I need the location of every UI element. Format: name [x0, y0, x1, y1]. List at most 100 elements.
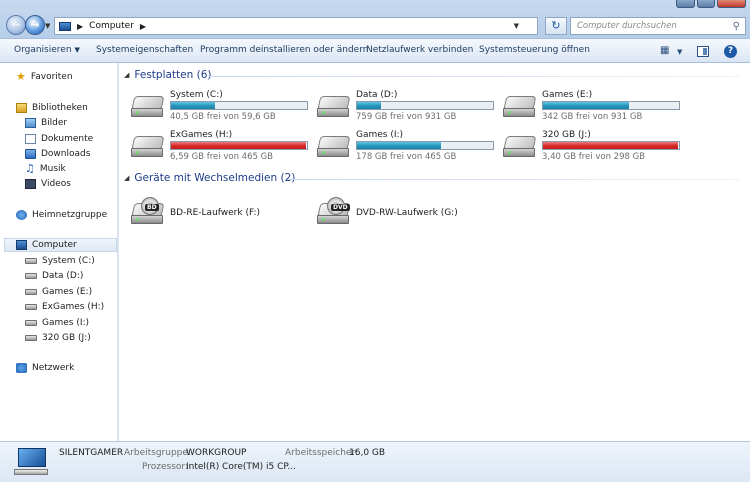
homegroup-icon — [16, 210, 27, 220]
nav-label: Games (E:) — [42, 287, 93, 297]
nav-item-drive-d[interactable]: Data (D:) — [25, 269, 83, 283]
hard-drive-icon — [25, 273, 37, 279]
drive-name: 320 GB (J:) — [542, 130, 591, 140]
cpu-label: Prozessor: — [142, 462, 188, 472]
view-dropdown-icon[interactable]: ▼ — [677, 48, 682, 56]
nav-label: Bilder — [41, 118, 68, 128]
drive-tile-i[interactable]: Games (I:) 178 GB frei von 465 GB — [317, 130, 497, 164]
back-button[interactable]: ← — [6, 15, 26, 35]
collapse-triangle-icon[interactable]: ◢ — [124, 71, 129, 79]
drive-tile-d[interactable]: Data (D:) 759 GB frei von 931 GB — [317, 90, 497, 124]
drive-tile-e[interactable]: Games (E:) 342 GB frei von 931 GB — [503, 90, 683, 124]
drive-name: DVD-RW-Laufwerk (G:) — [356, 208, 458, 218]
change-view-icon[interactable]: ▦ — [660, 45, 669, 56]
drive-usage-fill — [357, 102, 382, 109]
nav-item-drive-i[interactable]: Games (I:) — [25, 316, 89, 330]
memory-value: 16,0 GB — [349, 448, 386, 458]
downloads-icon — [25, 149, 36, 159]
minimize-button[interactable] — [676, 0, 695, 8]
drive-usage-bar — [170, 141, 308, 150]
drive-tile-g[interactable]: DVD DVD-RW-Laufwerk (G:) — [317, 197, 477, 231]
search-icon[interactable]: ⚲ — [733, 19, 740, 35]
hard-drive-icon — [503, 96, 537, 118]
window-controls — [676, 0, 747, 8]
library-icon — [16, 103, 27, 113]
nav-label: Games (I:) — [42, 318, 90, 328]
system-properties-button[interactable]: Systemeigenschaften — [96, 45, 193, 55]
nav-item-downloads[interactable]: Downloads — [25, 147, 90, 161]
documents-icon — [25, 134, 36, 144]
disc-badge: DVD — [331, 204, 350, 211]
close-button[interactable] — [717, 0, 747, 8]
drive-name: Games (I:) — [356, 130, 404, 140]
nav-item-homegroup[interactable]: Heimnetzgruppe — [16, 208, 107, 222]
nav-item-drive-j[interactable]: 320 GB (J:) — [25, 331, 91, 345]
cpu-value: Intel(R) Core(TM) i5 CP... — [186, 462, 297, 472]
computer-icon — [14, 448, 48, 476]
removable-group-header[interactable]: ◢ Geräte mit Wechselmedien (2) — [124, 172, 295, 184]
nav-item-drive-c[interactable]: System (C:) — [25, 254, 95, 268]
music-icon: ♫ — [25, 162, 35, 175]
nav-item-drive-h[interactable]: ExGames (H:) — [25, 300, 104, 314]
drive-tile-j[interactable]: 320 GB (J:) 3,40 GB frei von 298 GB — [503, 130, 683, 164]
nav-label: Musik — [39, 164, 66, 174]
breadcrumb-chevron-icon[interactable]: ▶ — [140, 22, 146, 31]
nav-label: ExGames (H:) — [42, 302, 105, 312]
drive-name: Games (E:) — [542, 90, 593, 100]
chevron-down-icon: ▼ — [74, 46, 80, 54]
workgroup-label: Arbeitsgruppe: — [124, 448, 191, 458]
address-dropdown-icon[interactable]: ▼ — [514, 22, 519, 30]
hdd-group-header[interactable]: ◢ Festplatten (6) — [124, 69, 211, 81]
memory-label: Arbeitsspeicher: — [285, 448, 359, 458]
uninstall-program-button[interactable]: Programm deinstallieren oder ändern — [200, 45, 368, 55]
nav-label: Data (D:) — [42, 271, 84, 281]
map-network-drive-button[interactable]: Netzlaufwerk verbinden — [366, 45, 473, 55]
nav-item-libraries[interactable]: Bibliotheken — [16, 101, 88, 115]
hard-drive-icon — [131, 136, 165, 158]
nav-item-documents[interactable]: Dokumente — [25, 132, 93, 146]
refresh-button[interactable]: ↻ — [545, 17, 567, 35]
nav-label: Bibliotheken — [32, 103, 88, 113]
nav-label: Computer — [32, 240, 77, 250]
search-placeholder: Computer durchsuchen — [577, 21, 677, 31]
forward-button[interactable]: → — [25, 15, 45, 35]
command-bar: Organisieren ▼ Systemeigenschaften Progra… — [0, 38, 750, 63]
hard-drive-icon — [317, 96, 351, 118]
open-control-panel-button[interactable]: Systemsteuerung öffnen — [479, 45, 590, 55]
nav-label: Netzwerk — [32, 363, 75, 373]
content-pane: ◢ Festplatten (6) System (C:) 40,5 GB fr… — [119, 63, 750, 441]
drive-tile-c[interactable]: System (C:) 40,5 GB frei von 59,6 GB — [131, 90, 311, 124]
drive-free-space: 759 GB frei von 931 GB — [356, 112, 457, 122]
search-input[interactable]: Computer durchsuchen ⚲ — [570, 17, 746, 35]
collapse-triangle-icon[interactable]: ◢ — [124, 174, 129, 182]
drive-usage-fill — [357, 142, 442, 149]
nav-item-music[interactable]: ♫ Musik — [25, 162, 66, 176]
nav-item-favorites[interactable]: ★ Favoriten — [16, 70, 73, 84]
drive-tile-f[interactable]: BD BD-RE-Laufwerk (F:) — [131, 197, 291, 231]
breadcrumb-computer[interactable]: Computer — [89, 21, 134, 31]
history-dropdown-icon[interactable]: ▼ — [45, 22, 50, 30]
hard-drive-icon — [25, 258, 37, 264]
computer-name: SILENTGAMER — [59, 448, 124, 458]
drive-free-space: 6,59 GB frei von 465 GB — [170, 152, 274, 162]
nav-item-pictures[interactable]: Bilder — [25, 116, 67, 130]
address-bar[interactable]: ▶ Computer ▶ ▼ — [54, 17, 538, 35]
organize-menu-button[interactable]: Organisieren ▼ — [14, 45, 80, 55]
drive-free-space: 178 GB frei von 465 GB — [356, 152, 457, 162]
drive-usage-bar — [170, 101, 308, 110]
nav-item-computer[interactable]: Computer — [4, 238, 117, 252]
workgroup-value: WORKGROUP — [186, 448, 247, 458]
maximize-button[interactable] — [696, 0, 716, 8]
address-toolbar: ← → ▼ ▶ Computer ▶ ▼ ↻ Computer durchsuc… — [0, 0, 750, 38]
drive-tile-h[interactable]: ExGames (H:) 6,59 GB frei von 465 GB — [131, 130, 311, 164]
preview-pane-icon[interactable] — [697, 46, 709, 57]
drive-usage-fill — [171, 102, 215, 109]
network-icon — [16, 363, 27, 373]
organize-label: Organisieren — [14, 45, 72, 55]
help-icon[interactable]: ? — [724, 45, 737, 58]
nav-item-network[interactable]: Netzwerk — [16, 361, 74, 375]
nav-item-videos[interactable]: Videos — [25, 177, 71, 191]
nav-item-drive-e[interactable]: Games (E:) — [25, 285, 92, 299]
navigation-pane: ★ Favoriten Bibliotheken Bilder Dokument… — [0, 63, 118, 441]
breadcrumb-chevron-icon[interactable]: ▶ — [77, 22, 83, 31]
